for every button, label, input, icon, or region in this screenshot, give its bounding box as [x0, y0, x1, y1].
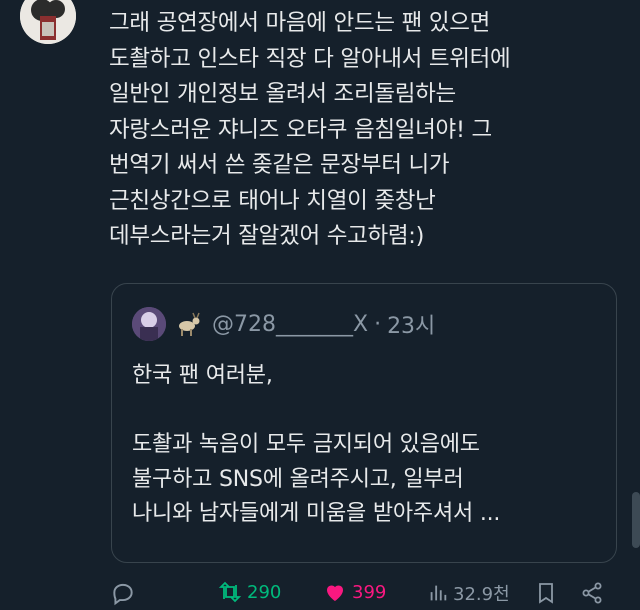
quoted-tweet-header: @728_______X · 23시 — [132, 306, 435, 342]
like-button[interactable]: 399 — [322, 580, 386, 604]
share-icon — [582, 582, 602, 604]
like-count: 399 — [352, 581, 387, 603]
quoted-tweet[interactable]: @728_______X · 23시 한국 팬 여러분, 도촬과 녹음이 모두 … — [111, 283, 617, 563]
retweet-count: 290 — [247, 581, 282, 603]
retweet-icon — [218, 581, 242, 603]
action-bar: 290 399 32.9천 — [0, 580, 640, 610]
view-count: 32.9천 — [453, 584, 510, 605]
share-button[interactable] — [580, 580, 604, 606]
reply-button[interactable] — [110, 580, 136, 606]
retweet-button[interactable]: 290 — [217, 580, 281, 604]
tweet-text: 그래 공연장에서 마음에 안드는 팬 있으면 도촬하고 인스타 직장 다 알아내… — [109, 10, 511, 249]
bar-chart-icon — [430, 585, 447, 601]
views-button[interactable]: 32.9천 — [427, 580, 510, 606]
bookmark-button[interactable] — [534, 580, 558, 606]
quoted-timestamp[interactable]: 23시 — [387, 308, 435, 340]
goat-emoji-icon — [179, 312, 200, 336]
quoted-handle[interactable]: @728_______X — [212, 312, 368, 337]
quoted-separator: · — [374, 311, 382, 337]
author-avatar[interactable] — [20, 0, 76, 44]
reply-icon — [113, 583, 133, 606]
heart-icon — [327, 585, 343, 601]
scrollbar-thumb[interactable] — [632, 492, 640, 548]
quoted-author-avatar[interactable] — [132, 307, 166, 341]
quoted-tweet-text: 한국 팬 여러분, 도촬과 녹음이 모두 금지되어 있음에도 불구하고 SNS에… — [132, 363, 501, 526]
bookmark-icon — [539, 583, 553, 604]
